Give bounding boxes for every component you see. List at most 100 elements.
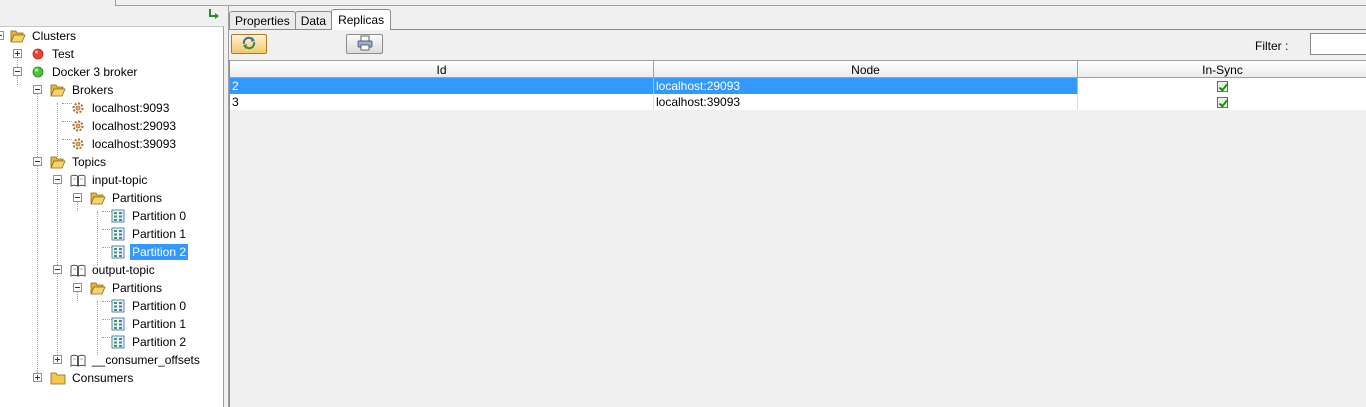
tree-node-output-partition-1[interactable]: Partition 1	[110, 315, 188, 333]
tree-node-label: Partitions	[112, 191, 163, 205]
tree-collapse-toggle[interactable]	[53, 265, 62, 274]
tree-expand-toggle[interactable]	[13, 49, 22, 58]
tree-node-input-partitions[interactable]: Partitions	[90, 189, 164, 207]
tree-node-test[interactable]: Test	[30, 45, 76, 63]
tree-node-brokers[interactable]: Brokers	[50, 81, 115, 99]
tree-node-broker-9093[interactable]: localhost:9093	[70, 99, 171, 117]
tree-node-input-partition-0[interactable]: Partition 0	[110, 207, 188, 225]
tab-properties[interactable]: Properties	[229, 11, 296, 30]
tree-node-broker-29093[interactable]: localhost:29093	[70, 117, 178, 135]
tree-node-label: Test	[52, 47, 75, 61]
tree-connector	[37, 85, 38, 157]
tree-node-label-selected: Partition 2	[130, 244, 189, 260]
tree-connector	[97, 301, 98, 355]
detail-tabs: Properties Data Replicas	[229, 9, 392, 30]
table-header: Id Node In-Sync	[230, 60, 1366, 78]
tree-collapse-toggle[interactable]	[53, 175, 62, 184]
folder-open-icon	[90, 190, 106, 206]
tree-node-label: Docker 3 broker	[52, 65, 138, 79]
tree-node-label: __consumer_offsets	[92, 353, 200, 367]
partition-grid-icon	[110, 334, 126, 350]
in-sync-checkbox[interactable]	[1217, 96, 1228, 108]
cell-node: localhost:39093	[654, 94, 1078, 110]
tree-collapse-toggle[interactable]	[0, 31, 4, 40]
collapse-arrow-icon[interactable]	[207, 8, 221, 22]
status-green-icon	[30, 64, 46, 80]
partition-grid-icon	[110, 208, 126, 224]
tab-replicas[interactable]: Replicas	[331, 9, 392, 30]
tree-node-label: Partition 1	[132, 227, 187, 241]
tree-expand-toggle[interactable]	[33, 373, 42, 382]
tree-node-label: output-topic	[92, 263, 155, 277]
in-sync-checkbox[interactable]	[1217, 80, 1228, 92]
tree-node-label: localhost:29093	[92, 119, 177, 133]
tree-node-label: Topics	[72, 155, 107, 169]
tree-node-output-topic[interactable]: output-topic	[70, 261, 157, 279]
cell-id: 2	[230, 78, 654, 94]
tree-node-label: Partition 2	[132, 335, 187, 349]
cell-in-sync	[1078, 94, 1366, 110]
cluster-tree-panel: Clusters Test Docker 3 broker Brokers lo…	[0, 6, 225, 407]
tree-node-topics[interactable]: Topics	[50, 153, 108, 171]
topic-book-icon	[70, 262, 86, 278]
tree-node-label: Partition 1	[132, 317, 187, 331]
folder-open-icon	[10, 28, 26, 44]
broker-gear-icon	[70, 100, 86, 116]
broker-gear-icon	[70, 136, 86, 152]
folder-open-icon	[50, 82, 66, 98]
cell-node: localhost:29093	[654, 78, 1078, 94]
partition-grid-icon	[110, 226, 126, 242]
tree-connector	[97, 211, 98, 265]
partition-grid-icon	[110, 298, 126, 314]
refresh-button[interactable]	[231, 34, 267, 54]
topic-book-icon	[70, 352, 86, 368]
cell-in-sync	[1078, 78, 1366, 94]
tree-node-broker-39093[interactable]: localhost:39093	[70, 135, 178, 153]
tree-node-label: localhost:39093	[92, 137, 177, 151]
tree-node-output-partition-0[interactable]: Partition 0	[110, 297, 188, 315]
tree-collapse-toggle[interactable]	[13, 67, 22, 76]
partition-grid-icon	[110, 244, 126, 260]
tree-collapse-toggle[interactable]	[73, 283, 82, 292]
replicas-table: Id Node In-Sync 2 localhost:29093 3 loca…	[229, 60, 1366, 407]
tree-node-consumers[interactable]: Consumers	[50, 369, 135, 387]
table-row[interactable]: 2 localhost:29093	[230, 78, 1366, 94]
cell-id: 3	[230, 94, 654, 110]
column-header-in-sync[interactable]: In-Sync	[1078, 61, 1366, 78]
cluster-tree[interactable]: Clusters Test Docker 3 broker Brokers lo…	[0, 26, 224, 407]
tree-node-input-partition-1[interactable]: Partition 1	[110, 225, 188, 243]
tree-node-input-topic[interactable]: input-topic	[70, 171, 149, 189]
print-icon	[356, 35, 374, 54]
tab-data[interactable]: Data	[294, 11, 333, 30]
tree-node-input-partition-2[interactable]: Partition 2	[110, 243, 189, 261]
tree-node-clusters[interactable]: Clusters	[10, 27, 78, 45]
print-button[interactable]	[346, 34, 383, 54]
tree-node-output-partition-2[interactable]: Partition 2	[110, 333, 188, 351]
status-red-icon	[30, 46, 46, 62]
filter-input[interactable]	[1310, 33, 1366, 55]
tree-node-label: localhost:9093	[92, 101, 170, 115]
tree-node-consumer-offsets[interactable]: __consumer_offsets	[70, 351, 202, 369]
tree-node-label: Partition 0	[132, 299, 187, 313]
tree-node-docker-3-broker[interactable]: Docker 3 broker	[30, 63, 139, 81]
topic-book-icon	[70, 172, 86, 188]
tree-node-label: Consumers	[72, 371, 134, 385]
broker-gear-icon	[70, 118, 86, 134]
tree-node-label: Brokers	[72, 83, 114, 97]
table-row[interactable]: 3 localhost:39093	[230, 94, 1366, 110]
tree-collapse-toggle[interactable]	[73, 193, 82, 202]
folder-open-icon	[90, 280, 106, 296]
tree-collapse-toggle[interactable]	[33, 85, 42, 94]
tree-node-output-partitions[interactable]: Partitions	[90, 279, 164, 297]
tree-node-label: Partition 0	[132, 209, 187, 223]
tree-toolbar	[0, 6, 225, 26]
column-header-node[interactable]: Node	[654, 61, 1078, 78]
tree-node-label: Partitions	[112, 281, 163, 295]
filter-label: Filter :	[1255, 39, 1289, 53]
column-header-id[interactable]: Id	[230, 61, 654, 78]
tree-node-label: Clusters	[32, 29, 77, 43]
tree-collapse-toggle[interactable]	[33, 157, 42, 166]
tree-expand-toggle[interactable]	[53, 355, 62, 364]
tree-connector	[37, 157, 38, 379]
folder-closed-icon	[50, 370, 66, 386]
